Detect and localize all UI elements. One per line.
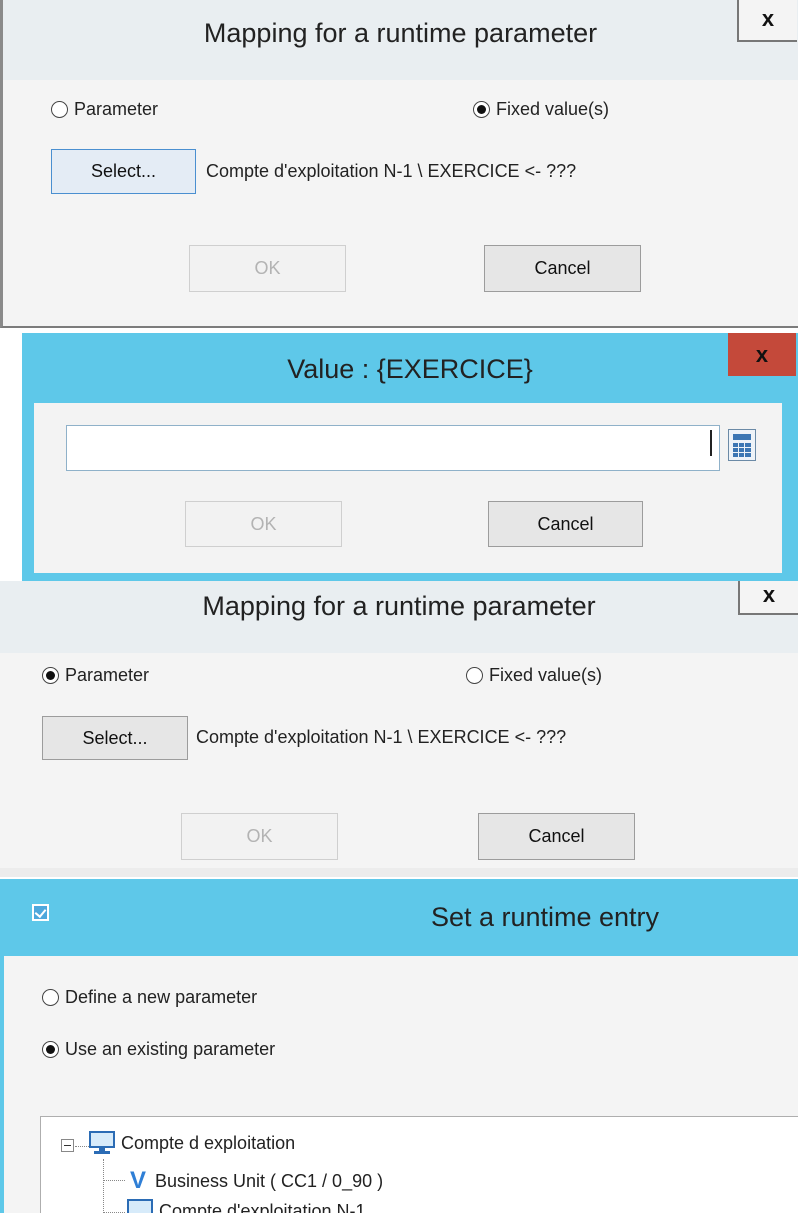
collapse-toggle-icon[interactable] xyxy=(61,1139,74,1152)
radio-define-label: Define a new parameter xyxy=(65,987,258,1007)
close-button[interactable]: x xyxy=(738,581,798,615)
mapping-dialog-parameter: Mapping for a runtime parameter x Parame… xyxy=(0,581,798,877)
close-icon: x xyxy=(761,6,775,31)
select-button[interactable]: Select... xyxy=(51,149,196,194)
dialog-title: Mapping for a runtime parameter xyxy=(203,18,598,48)
cancel-button[interactable]: Cancel xyxy=(488,501,643,547)
radio-use-label: Use an existing parameter xyxy=(65,1039,276,1059)
radio-use-existing-parameter[interactable]: Use an existing parameter xyxy=(42,1039,275,1060)
radio-parameter[interactable]: Parameter xyxy=(42,665,149,686)
monitor-icon xyxy=(127,1199,153,1213)
dialog-title: Set a runtime entry xyxy=(430,902,660,932)
radio-define-dot[interactable] xyxy=(42,989,59,1006)
tree-connector xyxy=(75,1146,89,1147)
radio-use-dot[interactable] xyxy=(42,1041,59,1058)
dialog-title: Mapping for a runtime parameter xyxy=(202,591,596,621)
close-button[interactable]: x xyxy=(728,333,796,376)
tree-connector xyxy=(103,1180,125,1181)
value-dialog: Value : {EXERCICE} x OK Cancel xyxy=(22,333,798,581)
value-input[interactable] xyxy=(66,425,720,471)
monitor-icon xyxy=(89,1131,115,1155)
tree-node-label: Compte d'exploitation N-1 xyxy=(159,1200,366,1213)
ok-button[interactable]: OK xyxy=(185,501,342,547)
checkbox-app-icon xyxy=(32,904,49,921)
text-caret xyxy=(710,430,712,456)
ok-button[interactable]: OK xyxy=(189,245,346,292)
radio-parameter-label: Parameter xyxy=(74,99,159,119)
mapping-path-text: Compte d'exploitation N-1 \ EXERCICE <- … xyxy=(206,161,577,181)
parameter-tree[interactable]: Compte d exploitation V Business Unit ( … xyxy=(40,1116,798,1213)
radio-fixed-values-label: Fixed value(s) xyxy=(496,99,610,119)
tree-node-root[interactable]: Compte d exploitation xyxy=(89,1131,295,1155)
radio-fixed-values[interactable]: Fixed value(s) xyxy=(466,665,602,686)
dialog-title: Value : {EXERCICE} xyxy=(287,354,533,384)
close-icon: x xyxy=(762,582,776,607)
radio-parameter[interactable]: Parameter xyxy=(51,99,158,120)
mapping-path-text: Compte d'exploitation N-1 \ EXERCICE <- … xyxy=(196,727,567,747)
close-button[interactable]: x xyxy=(737,0,797,42)
radio-fixed-values-dot[interactable] xyxy=(473,101,490,118)
select-button[interactable]: Select... xyxy=(42,716,188,760)
window-border xyxy=(0,956,4,1213)
cancel-button[interactable]: Cancel xyxy=(484,245,641,292)
tree-connector xyxy=(103,1159,104,1213)
v-filter-icon: V xyxy=(129,1167,146,1194)
mapping-dialog-fixed: Mapping for a runtime parameter x Parame… xyxy=(0,0,798,328)
ok-button[interactable]: OK xyxy=(181,813,338,860)
radio-fixed-values[interactable]: Fixed value(s) xyxy=(473,99,609,120)
divider xyxy=(0,868,798,877)
calculator-icon[interactable] xyxy=(728,429,756,461)
radio-fixed-values-dot[interactable] xyxy=(466,667,483,684)
runtime-entry-dialog: Set a runtime entry Define a new paramet… xyxy=(0,879,798,1213)
tree-node-compte-n1[interactable]: Compte d'exploitation N-1 xyxy=(127,1199,366,1213)
radio-parameter-dot[interactable] xyxy=(42,667,59,684)
tree-node-business-unit[interactable]: V Business Unit ( CC1 / 0_90 ) xyxy=(127,1167,383,1195)
radio-parameter-dot[interactable] xyxy=(51,101,68,118)
radio-parameter-label: Parameter xyxy=(65,665,150,685)
tree-node-label: Compte d exploitation xyxy=(121,1132,296,1153)
close-icon: x xyxy=(755,341,769,367)
tree-node-label: Business Unit ( CC1 / 0_90 ) xyxy=(155,1170,384,1191)
cancel-button[interactable]: Cancel xyxy=(478,813,635,860)
radio-define-new-parameter[interactable]: Define a new parameter xyxy=(42,987,257,1008)
radio-fixed-values-label: Fixed value(s) xyxy=(489,665,603,685)
